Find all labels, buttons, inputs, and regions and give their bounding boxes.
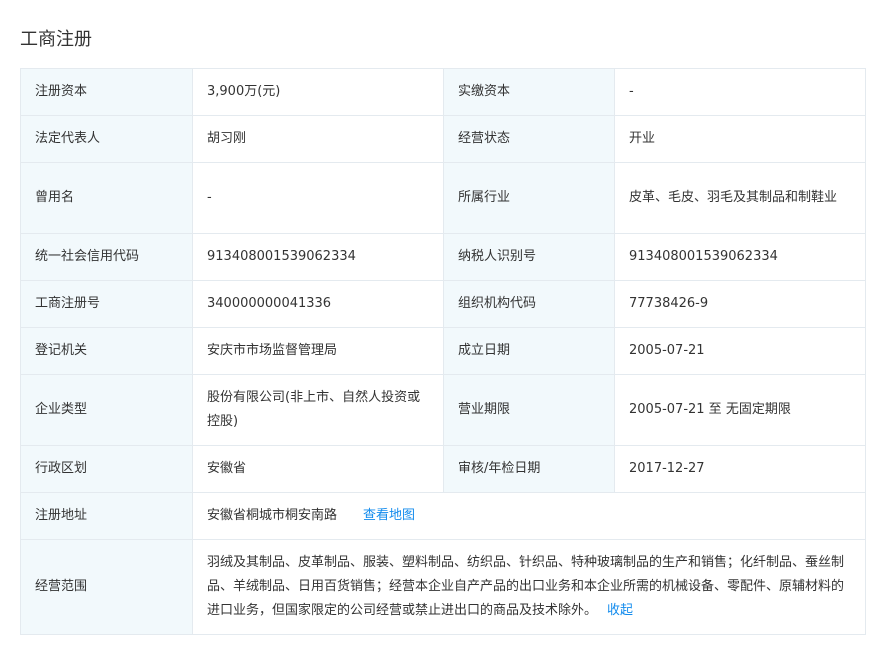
company-type-label: 企业类型 — [20, 374, 193, 446]
registered-address-label: 注册地址 — [20, 492, 193, 540]
legal-representative-label: 法定代表人 — [20, 115, 193, 163]
legal-representative-value: 胡习刚 — [192, 115, 444, 163]
business-term-value: 2005-07-21 至 无固定期限 — [614, 374, 866, 446]
operating-status-label: 经营状态 — [443, 115, 615, 163]
view-map-link[interactable]: 查看地图 — [363, 508, 415, 523]
organization-code-value: 77738426-9 — [614, 280, 866, 328]
table-row: 登记机关 安庆市市场监督管理局 成立日期 2005-07-21 — [20, 327, 866, 375]
annual-inspection-date-value: 2017-12-27 — [614, 445, 866, 493]
registered-capital-value: 3,900万(元) — [192, 68, 444, 116]
table-row: 工商注册号 340000000041336 组织机构代码 77738426-9 — [20, 280, 866, 328]
business-scope-value: 羽绒及其制品、皮革制品、服装、塑料制品、纺织品、针织品、特种玻璃制品的生产和销售… — [207, 555, 845, 618]
establishment-date-value: 2005-07-21 — [614, 327, 866, 375]
business-scope-cell: 羽绒及其制品、皮革制品、服装、塑料制品、纺织品、针织品、特种玻璃制品的生产和销售… — [192, 539, 866, 635]
paid-in-capital-label: 实缴资本 — [443, 68, 615, 116]
table-row: 行政区划 安徽省 审核/年检日期 2017-12-27 — [20, 445, 866, 493]
table-row: 曾用名 - 所属行业 皮革、毛皮、羽毛及其制品和制鞋业 — [20, 162, 866, 234]
annual-inspection-date-label: 审核/年检日期 — [443, 445, 615, 493]
organization-code-label: 组织机构代码 — [443, 280, 615, 328]
credit-code-label: 统一社会信用代码 — [20, 233, 193, 281]
business-scope-label: 经营范围 — [20, 539, 193, 635]
establishment-date-label: 成立日期 — [443, 327, 615, 375]
registered-address-cell: 安徽省桐城市桐安南路 查看地图 — [192, 492, 866, 540]
former-name-label: 曾用名 — [20, 162, 193, 234]
business-term-label: 营业期限 — [443, 374, 615, 446]
credit-code-value: 913408001539062334 — [192, 233, 444, 281]
former-name-value: - — [192, 162, 444, 234]
table-row: 注册资本 3,900万(元) 实缴资本 - — [20, 68, 866, 116]
taxpayer-id-label: 纳税人识别号 — [443, 233, 615, 281]
registered-capital-label: 注册资本 — [20, 68, 193, 116]
paid-in-capital-value: - — [614, 68, 866, 116]
industry-label: 所属行业 — [443, 162, 615, 234]
business-registration-table: 注册资本 3,900万(元) 实缴资本 - 法定代表人 胡习刚 经营状态 开业 … — [20, 68, 866, 635]
table-row: 法定代表人 胡习刚 经营状态 开业 — [20, 115, 866, 163]
industry-value: 皮革、毛皮、羽毛及其制品和制鞋业 — [614, 162, 866, 234]
table-row: 企业类型 股份有限公司(非上市、自然人投资或控股) 营业期限 2005-07-2… — [20, 374, 866, 446]
table-row: 统一社会信用代码 913408001539062334 纳税人识别号 91340… — [20, 233, 866, 281]
section-title: 工商注册 — [20, 29, 92, 50]
registration-number-value: 340000000041336 — [192, 280, 444, 328]
registered-address-value: 安徽省桐城市桐安南路 — [207, 508, 338, 523]
table-row: 经营范围 羽绒及其制品、皮革制品、服装、塑料制品、纺织品、针织品、特种玻璃制品的… — [20, 539, 866, 635]
company-type-value: 股份有限公司(非上市、自然人投资或控股) — [192, 374, 444, 446]
taxpayer-id-value: 913408001539062334 — [614, 233, 866, 281]
collapse-link[interactable]: 收起 — [607, 603, 633, 618]
administrative-region-label: 行政区划 — [20, 445, 193, 493]
registration-authority-value: 安庆市市场监督管理局 — [192, 327, 444, 375]
administrative-region-value: 安徽省 — [192, 445, 444, 493]
registration-authority-label: 登记机关 — [20, 327, 193, 375]
table-row: 注册地址 安徽省桐城市桐安南路 查看地图 — [20, 492, 866, 540]
registration-number-label: 工商注册号 — [20, 280, 193, 328]
operating-status-value: 开业 — [614, 115, 866, 163]
